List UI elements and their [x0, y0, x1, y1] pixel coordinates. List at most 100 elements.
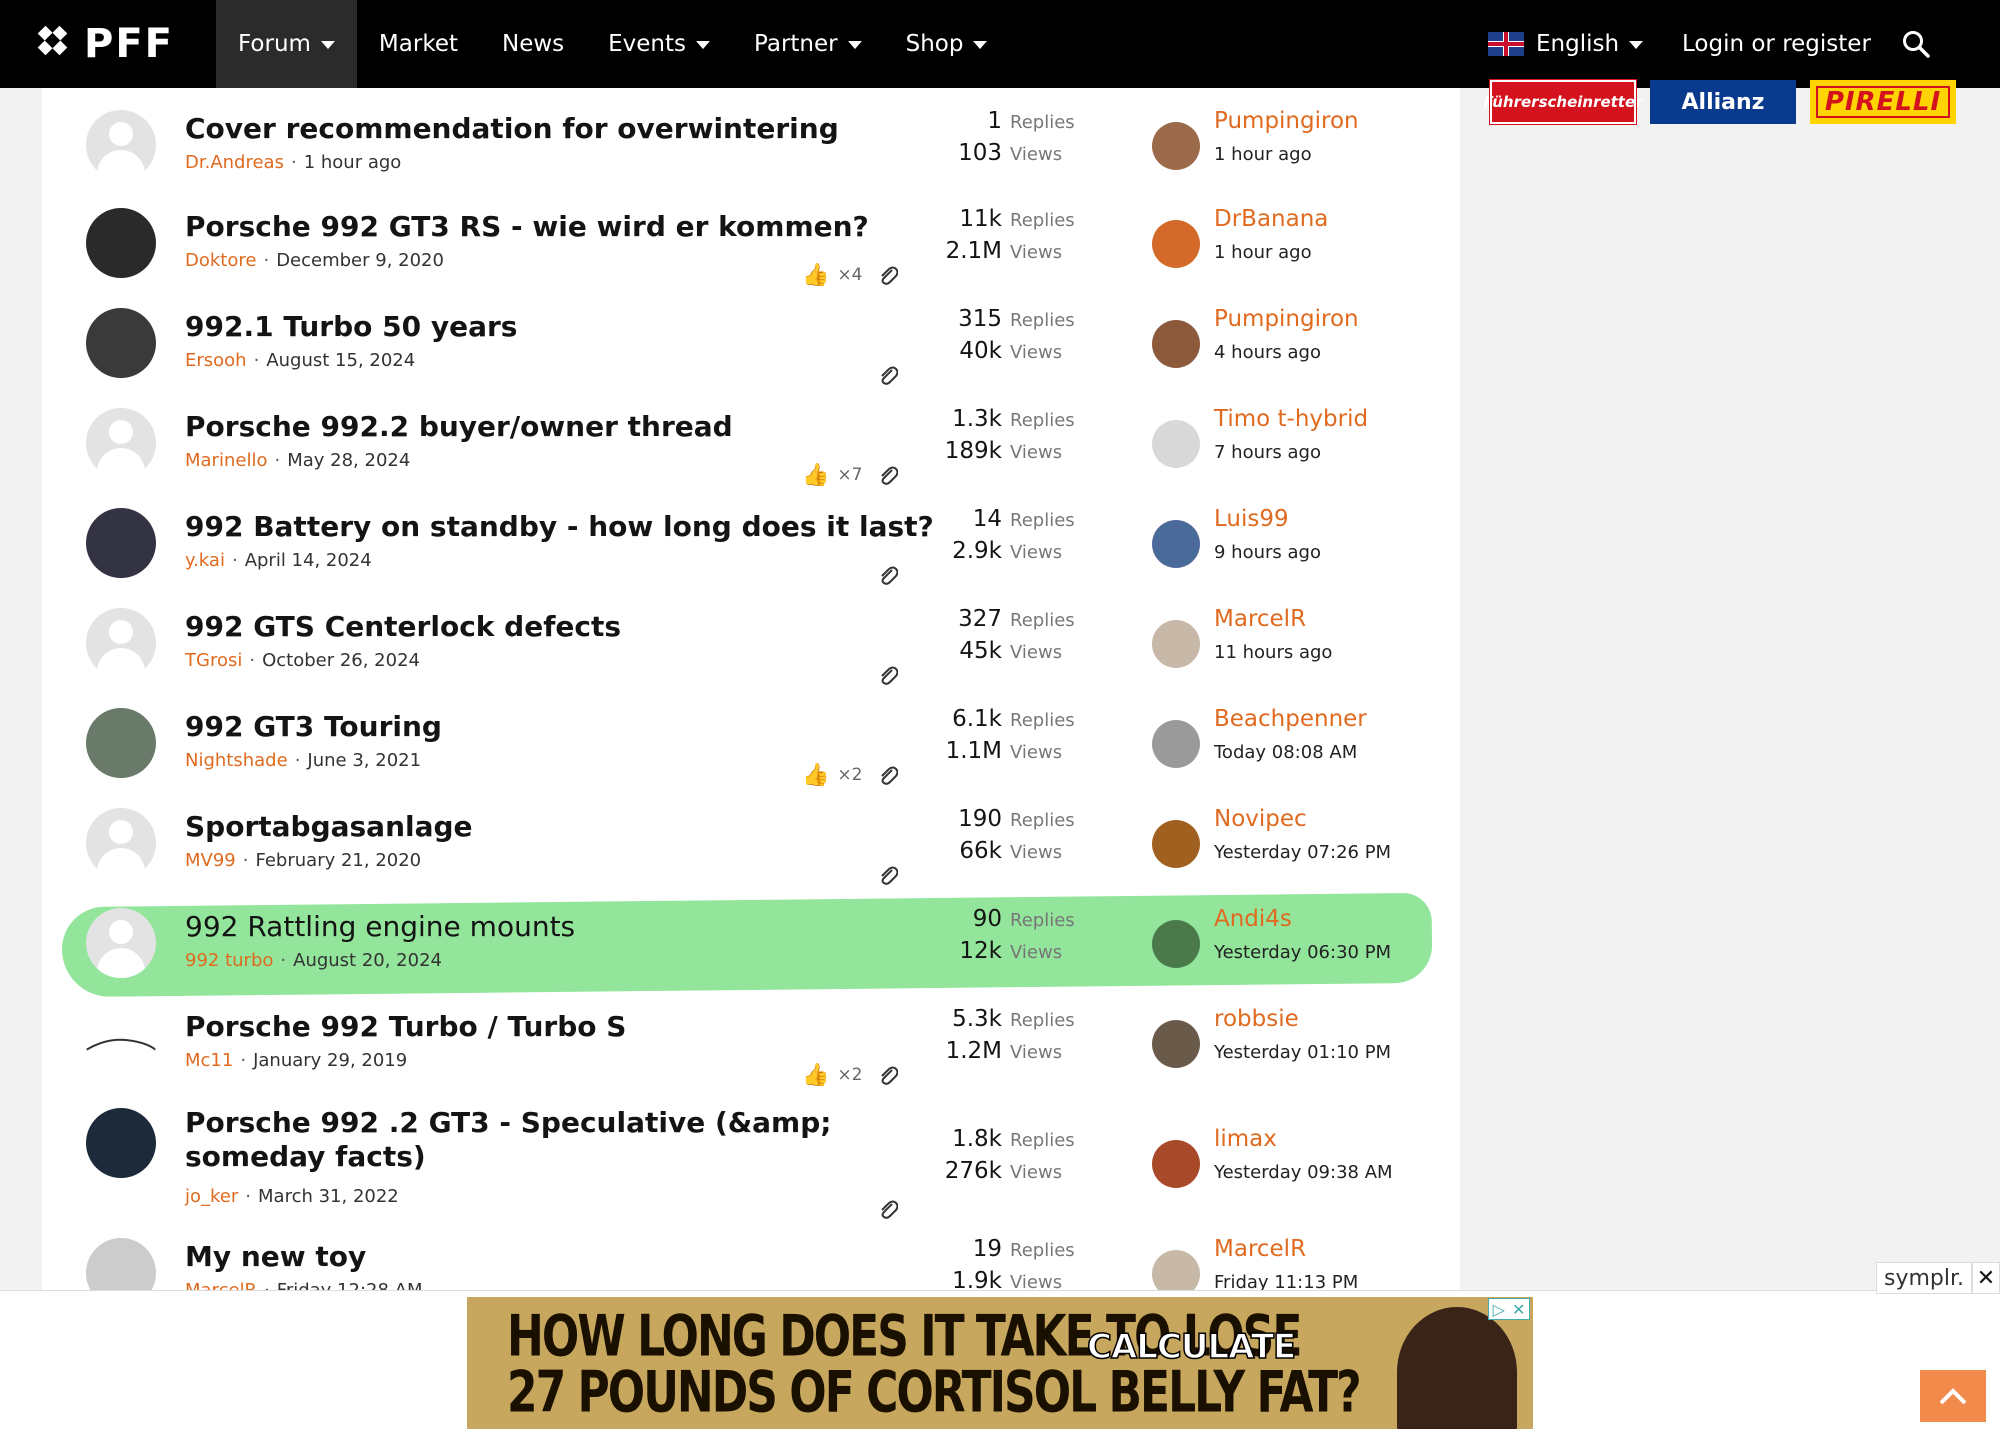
- last-poster-name[interactable]: DrBanana: [1214, 206, 1328, 232]
- separator-dot: ·: [242, 850, 249, 871]
- avatar[interactable]: [86, 908, 156, 978]
- last-poster-name[interactable]: MarcelR: [1214, 1236, 1306, 1262]
- last-post-time[interactable]: 11 hours ago: [1214, 642, 1332, 663]
- sponsor-pirelli[interactable]: PIRELLI: [1810, 80, 1956, 124]
- thread-row[interactable]: 992 Rattling engine mounts 992 turbo · Augu…: [42, 898, 1460, 994]
- ad-calculate-button[interactable]: CALCULATE: [1086, 1326, 1297, 1368]
- sponsor-fuehrerscheinretter[interactable]: Führerscheinretter: [1483, 79, 1643, 125]
- nav-shop[interactable]: Shop: [884, 0, 1010, 88]
- thread-row[interactable]: Porsche 992 GT3 RS - wie wird er kommen?…: [42, 198, 1460, 294]
- avatar[interactable]: [86, 708, 156, 778]
- last-poster-name[interactable]: Timo t-hybrid: [1214, 406, 1368, 432]
- avatar[interactable]: [86, 308, 156, 378]
- last-poster-avatar[interactable]: [1152, 420, 1200, 468]
- last-poster-name[interactable]: limax: [1214, 1126, 1277, 1152]
- symplr-label: symplr.: [1876, 1262, 1972, 1294]
- last-poster-name[interactable]: Pumpingiron: [1214, 306, 1359, 332]
- last-poster-name[interactable]: Beachpenner: [1214, 706, 1367, 732]
- advertisement-banner[interactable]: HOW LONG DOES IT TAKE TO LOSE 27 POUNDS …: [467, 1297, 1533, 1429]
- thread-title[interactable]: Porsche 992 Turbo / Turbo S: [185, 1010, 626, 1043]
- last-post-time[interactable]: Yesterday 07:26 PM: [1214, 842, 1391, 863]
- nav-market[interactable]: Market: [357, 0, 480, 88]
- avatar[interactable]: [86, 110, 156, 180]
- last-post-time[interactable]: 1 hour ago: [1214, 242, 1312, 263]
- last-poster-name[interactable]: MarcelR: [1214, 606, 1306, 632]
- avatar[interactable]: [86, 208, 156, 278]
- thread-author[interactable]: Dr.Andreas: [185, 152, 284, 173]
- thread-row[interactable]: Sportabgasanlage MV99 · February 21, 2020 19…: [42, 798, 1460, 894]
- last-post-time[interactable]: Yesterday 01:10 PM: [1214, 1042, 1391, 1063]
- last-poster-avatar[interactable]: [1152, 520, 1200, 568]
- thread-title[interactable]: Porsche 992 GT3 RS - wie wird er kommen?: [185, 210, 869, 243]
- thread-row[interactable]: 992.1 Turbo 50 years Ersooh · August 15, 20…: [42, 298, 1460, 394]
- thread-author[interactable]: jo_ker: [185, 1186, 238, 1207]
- thread-row[interactable]: Porsche 992 Turbo / Turbo S Mc11 · January …: [42, 998, 1460, 1094]
- language-selector[interactable]: English: [1488, 0, 1644, 88]
- nav-partner[interactable]: Partner: [732, 0, 884, 88]
- thread-row[interactable]: 992 GT3 Touring Nightshade · June 3, 2021 👍 ×…: [42, 698, 1460, 794]
- sponsor-allianz[interactable]: Allianz: [1650, 80, 1796, 124]
- thread-title[interactable]: Cover recommendation for overwintering: [185, 112, 839, 145]
- thread-title[interactable]: 992 Rattling engine mounts: [185, 910, 575, 943]
- last-post-time[interactable]: 7 hours ago: [1214, 442, 1321, 463]
- thread-row[interactable]: 992 Battery on standby - how long does i…: [42, 498, 1460, 594]
- last-poster-name[interactable]: Luis99: [1214, 506, 1289, 532]
- close-ad-icon[interactable]: ✕: [1972, 1262, 2000, 1294]
- pff-logo[interactable]: PFF: [37, 24, 204, 64]
- last-post-time[interactable]: Yesterday 09:38 AM: [1214, 1162, 1393, 1183]
- thread-author[interactable]: Mc11: [185, 1050, 233, 1071]
- last-poster-avatar[interactable]: [1152, 920, 1200, 968]
- thread-author[interactable]: y.kai: [185, 550, 225, 571]
- last-post-time[interactable]: Today 08:08 AM: [1214, 742, 1357, 763]
- scroll-to-top-button[interactable]: [1920, 1370, 1986, 1422]
- last-poster-name[interactable]: Pumpingiron: [1214, 108, 1359, 134]
- login-register-link[interactable]: Login or register: [1682, 0, 1871, 88]
- avatar[interactable]: [86, 408, 156, 478]
- last-poster-avatar[interactable]: [1152, 720, 1200, 768]
- thread-row[interactable]: Cover recommendation for overwintering Dr…: [42, 100, 1460, 196]
- last-poster-avatar[interactable]: [1152, 220, 1200, 268]
- thread-title[interactable]: 992.1 Turbo 50 years: [185, 310, 517, 343]
- replies-count: 1.8k: [952, 1126, 1002, 1152]
- thread-author[interactable]: Marinello: [185, 450, 267, 471]
- last-poster-avatar[interactable]: [1152, 820, 1200, 868]
- last-poster-avatar[interactable]: [1152, 1140, 1200, 1188]
- thread-author[interactable]: 992 turbo: [185, 950, 273, 971]
- last-poster-avatar[interactable]: [1152, 620, 1200, 668]
- last-post-time[interactable]: 4 hours ago: [1214, 342, 1321, 363]
- avatar[interactable]: [86, 508, 156, 578]
- thread-title[interactable]: 992 GT3 Touring: [185, 710, 442, 743]
- thread-title[interactable]: Porsche 992 .2 GT3 - Speculative (&amp; …: [185, 1106, 865, 1174]
- thread-title[interactable]: 992 Battery on standby - how long does i…: [185, 510, 934, 543]
- last-post-time[interactable]: 9 hours ago: [1214, 542, 1321, 563]
- search-icon[interactable]: [1902, 30, 1930, 58]
- avatar[interactable]: [86, 608, 156, 678]
- thread-title[interactable]: 992 GTS Centerlock defects: [185, 610, 621, 643]
- thread-title[interactable]: Sportabgasanlage: [185, 810, 473, 843]
- nav-news[interactable]: News: [480, 0, 586, 88]
- last-poster-name[interactable]: robbsie: [1214, 1006, 1299, 1032]
- thread-author[interactable]: Doktore: [185, 250, 256, 271]
- last-post-time[interactable]: 1 hour ago: [1214, 144, 1312, 165]
- ad-choices-icon[interactable]: ▷ ✕: [1488, 1298, 1530, 1320]
- nav-forum[interactable]: Forum: [216, 0, 357, 88]
- thread-author[interactable]: MV99: [185, 850, 236, 871]
- last-post-time[interactable]: Yesterday 06:30 PM: [1214, 942, 1391, 963]
- last-poster-avatar[interactable]: [1152, 320, 1200, 368]
- thread-title[interactable]: My new toy: [185, 1240, 366, 1273]
- thread-title[interactable]: Porsche 992.2 buyer/owner thread: [185, 410, 733, 443]
- last-poster-name[interactable]: Novipec: [1214, 806, 1307, 832]
- thread-author[interactable]: TGrosi: [185, 650, 242, 671]
- nav-events[interactable]: Events: [586, 0, 732, 88]
- avatar[interactable]: [86, 808, 156, 878]
- last-poster-avatar[interactable]: [1152, 122, 1200, 170]
- thread-row[interactable]: Porsche 992 .2 GT3 - Speculative (&amp; …: [42, 1098, 1460, 1219]
- last-poster-avatar[interactable]: [1152, 1020, 1200, 1068]
- thread-row[interactable]: Porsche 992.2 buyer/owner thread Marinell…: [42, 398, 1460, 494]
- thread-author[interactable]: Ersooh: [185, 350, 247, 371]
- last-poster-name[interactable]: Andi4s: [1214, 906, 1292, 932]
- thread-author[interactable]: Nightshade: [185, 750, 288, 771]
- thread-row[interactable]: 992 GTS Centerlock defects TGrosi · October…: [42, 598, 1460, 694]
- avatar[interactable]: [86, 1008, 156, 1078]
- avatar[interactable]: [86, 1108, 156, 1178]
